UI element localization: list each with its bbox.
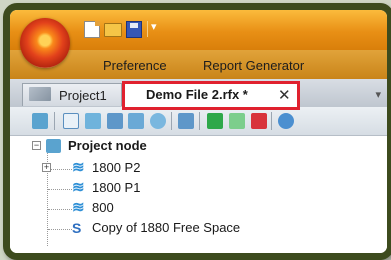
expand-icon[interactable]: + bbox=[42, 163, 51, 172]
s-icon: S bbox=[72, 220, 82, 236]
s-icon[interactable] bbox=[178, 113, 194, 129]
settings-icon[interactable] bbox=[278, 113, 294, 129]
app-window: ▾ Preference Report Generator Project1 D… bbox=[3, 3, 391, 260]
toolbar-separator bbox=[171, 112, 172, 130]
wave-icon: ≋ bbox=[72, 199, 85, 216]
save-icon[interactable] bbox=[126, 21, 142, 38]
tree-node-label: Project node bbox=[68, 138, 147, 153]
wave-icon: ≋ bbox=[72, 159, 85, 176]
document-tab-strip: Project1 Demo File 2.rfx * ✕ bbox=[10, 79, 387, 108]
toolbar-separator bbox=[199, 112, 200, 130]
tree-guide-line bbox=[48, 189, 72, 190]
tab-label: Project1 bbox=[59, 88, 107, 103]
toolbar-separator bbox=[271, 112, 272, 130]
tab-project1[interactable]: Project1 bbox=[22, 83, 122, 106]
open-folder-icon[interactable] bbox=[104, 23, 122, 37]
tree-node-label: 800 bbox=[92, 200, 114, 215]
quick-access-dropdown-icon[interactable]: ▾ bbox=[151, 20, 157, 33]
play-icon[interactable] bbox=[207, 113, 223, 129]
close-icon[interactable]: ✕ bbox=[278, 86, 291, 104]
tab-overflow-icon[interactable]: ▾ bbox=[375, 88, 381, 101]
grid-icon[interactable] bbox=[128, 113, 144, 129]
stop-icon[interactable] bbox=[251, 113, 267, 129]
project-icon[interactable] bbox=[32, 113, 48, 129]
tree-guide-line bbox=[48, 209, 72, 210]
menu-item-preference[interactable]: Preference bbox=[103, 58, 167, 73]
wave-icon: ≋ bbox=[72, 179, 85, 196]
project-tree: − Project node + ≋ 1800 P2 ≋ 1800 P1 ≋ 8… bbox=[10, 136, 387, 253]
collapse-icon[interactable]: − bbox=[32, 141, 41, 150]
waveform-icon[interactable] bbox=[63, 113, 79, 129]
tab-label: Demo File 2.rfx * bbox=[146, 87, 248, 102]
quick-access-separator bbox=[147, 21, 148, 37]
document-icon[interactable] bbox=[107, 113, 123, 129]
wave-icon[interactable] bbox=[85, 113, 101, 129]
tab-demo-file-2[interactable]: Demo File 2.rfx * ✕ bbox=[123, 82, 299, 108]
project-icon bbox=[46, 139, 61, 153]
tree-node-label: Copy of 1880 Free Space bbox=[92, 220, 241, 235]
new-file-icon[interactable] bbox=[84, 21, 100, 38]
tree-node-label: 1800 P1 bbox=[92, 180, 141, 195]
circle-icon[interactable] bbox=[150, 113, 166, 129]
step-icon[interactable] bbox=[229, 113, 245, 129]
tree-guide-line bbox=[48, 169, 72, 170]
toolbar bbox=[10, 107, 387, 136]
application-menu-button[interactable] bbox=[20, 18, 70, 68]
menu-item-report-generator[interactable]: Report Generator bbox=[203, 58, 304, 73]
toolbar-separator bbox=[54, 112, 55, 130]
tree-node-label: 1800 P2 bbox=[92, 160, 141, 175]
tree-guide-line bbox=[48, 229, 72, 230]
